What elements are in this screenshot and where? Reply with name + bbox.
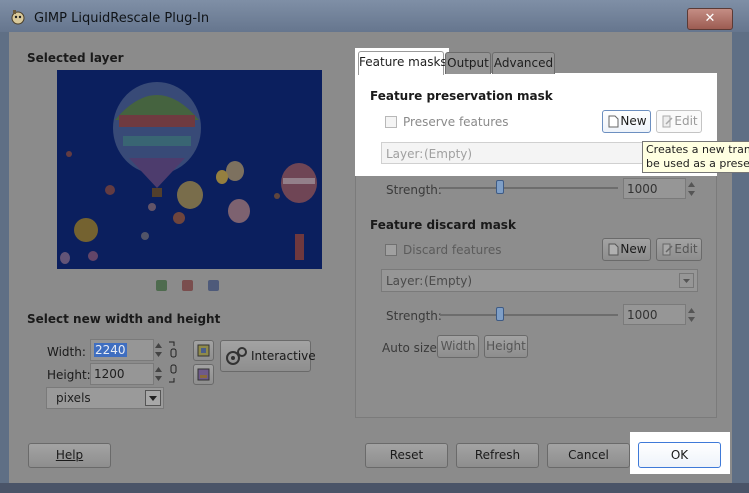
preservation-heading: Feature preservation mask: [370, 89, 553, 103]
preservation-layer-value: (Empty): [424, 147, 473, 161]
cancel-button[interactable]: Cancel: [547, 443, 630, 468]
taskbar-strip: [0, 483, 749, 493]
close-button[interactable]: ✕: [687, 8, 733, 30]
discard-strength-value: 1000: [627, 308, 658, 322]
preservation-edit-label: Edit: [674, 114, 698, 128]
preservation-strength-track[interactable]: [440, 187, 618, 189]
discard-strength-input[interactable]: 1000: [623, 304, 686, 325]
chain-link-icon[interactable]: [168, 340, 180, 384]
tooltip-line-2: be used as a preserv: [646, 157, 749, 170]
interactive-button[interactable]: Interactive: [220, 340, 316, 372]
preservation-layer-label: Layer:: [386, 147, 424, 161]
height-label: Height:: [47, 368, 91, 382]
tab-feature-masks[interactable]: Feature masks: [358, 51, 447, 75]
window-title: GIMP LiquidRescale Plug-In: [34, 11, 210, 26]
title-bar[interactable]: GIMP LiquidRescale Plug-In ✕: [0, 0, 749, 32]
balloon-photo: [57, 70, 322, 269]
set-from-layer-button[interactable]: [193, 340, 214, 361]
discard-edit-button[interactable]: Edit: [656, 238, 702, 261]
preservation-strength-value: 1000: [627, 182, 658, 196]
auto-size-height-button[interactable]: Height: [484, 335, 528, 358]
auto-size-label: Auto size:: [382, 341, 441, 355]
layer-size-icon: [197, 344, 210, 357]
preserve-features-label: Preserve features: [403, 115, 509, 129]
chevron-down-icon: [683, 279, 690, 283]
discard-features-checkbox[interactable]: [385, 244, 397, 256]
preservation-new-label: New: [620, 114, 647, 128]
new-document-icon: [608, 243, 619, 256]
layer-preview-image: [57, 70, 322, 269]
preservation-edit-button[interactable]: Edit: [656, 110, 702, 133]
green-channel-icon: [156, 280, 167, 291]
selected-layer-heading: Selected layer: [27, 51, 124, 65]
help-button[interactable]: Help: [28, 443, 111, 468]
red-channel-icon: [182, 280, 193, 291]
set-from-image-button[interactable]: [193, 364, 214, 385]
discard-new-button[interactable]: New: [602, 238, 651, 261]
preview-channel-icons: [156, 280, 219, 291]
image-size-icon: [197, 368, 210, 381]
preservation-strength-input[interactable]: 1000: [623, 178, 686, 199]
gimp-app-icon: [11, 10, 25, 25]
tooltip-line-1: Creates a new transp: [646, 143, 749, 156]
discard-layer-dropdown[interactable]: [679, 273, 694, 288]
height-spin-arrows[interactable]: [154, 364, 163, 384]
ok-button[interactable]: OK: [638, 442, 721, 468]
discard-strength-label: Strength:: [386, 309, 442, 323]
resize-heading: Select new width and height: [27, 312, 221, 326]
discard-heading: Feature discard mask: [370, 218, 516, 232]
gears-icon: [226, 347, 247, 365]
interactive-label: Interactive: [251, 349, 316, 363]
preservation-strength-label: Strength:: [386, 183, 442, 197]
preservation-strength-thumb[interactable]: [496, 180, 504, 194]
discard-features-label: Discard features: [403, 243, 502, 257]
discard-layer-label: Layer:: [386, 274, 424, 288]
tab-advanced[interactable]: Advanced: [492, 52, 555, 74]
height-value: 1200: [94, 367, 125, 381]
width-label: Width:: [47, 345, 86, 359]
unit-value: pixels: [56, 391, 91, 405]
unit-select[interactable]: pixels: [46, 387, 164, 409]
discard-strength-thumb[interactable]: [496, 307, 504, 321]
new-document-icon: [608, 115, 619, 128]
unit-dropdown-button[interactable]: [145, 390, 161, 406]
width-spin-arrows[interactable]: [154, 340, 163, 360]
refresh-button[interactable]: Refresh: [456, 443, 539, 468]
tab-output[interactable]: Output: [445, 52, 491, 74]
reset-button[interactable]: Reset: [365, 443, 448, 468]
discard-layer-value: (Empty): [424, 274, 473, 288]
blue-channel-icon: [208, 280, 219, 291]
discard-strength-track[interactable]: [440, 314, 618, 316]
width-input[interactable]: 2240: [90, 339, 154, 361]
edit-icon: [662, 115, 673, 128]
discard-new-label: New: [620, 242, 647, 256]
discard-layer-select[interactable]: Layer: (Empty): [381, 269, 698, 292]
auto-size-width-button[interactable]: Width: [437, 335, 479, 358]
discard-strength-spin[interactable]: [687, 305, 696, 325]
width-value: 2240: [94, 343, 127, 357]
height-input[interactable]: 1200: [90, 363, 154, 385]
preserve-features-checkbox[interactable]: [385, 116, 397, 128]
discard-edit-label: Edit: [674, 242, 698, 256]
edit-icon: [662, 243, 673, 256]
preservation-strength-spin[interactable]: [687, 179, 696, 199]
preservation-new-button[interactable]: New: [602, 110, 651, 133]
chevron-down-icon: [149, 396, 157, 401]
tooltip: Creates a new transp be used as a preser…: [642, 141, 749, 173]
